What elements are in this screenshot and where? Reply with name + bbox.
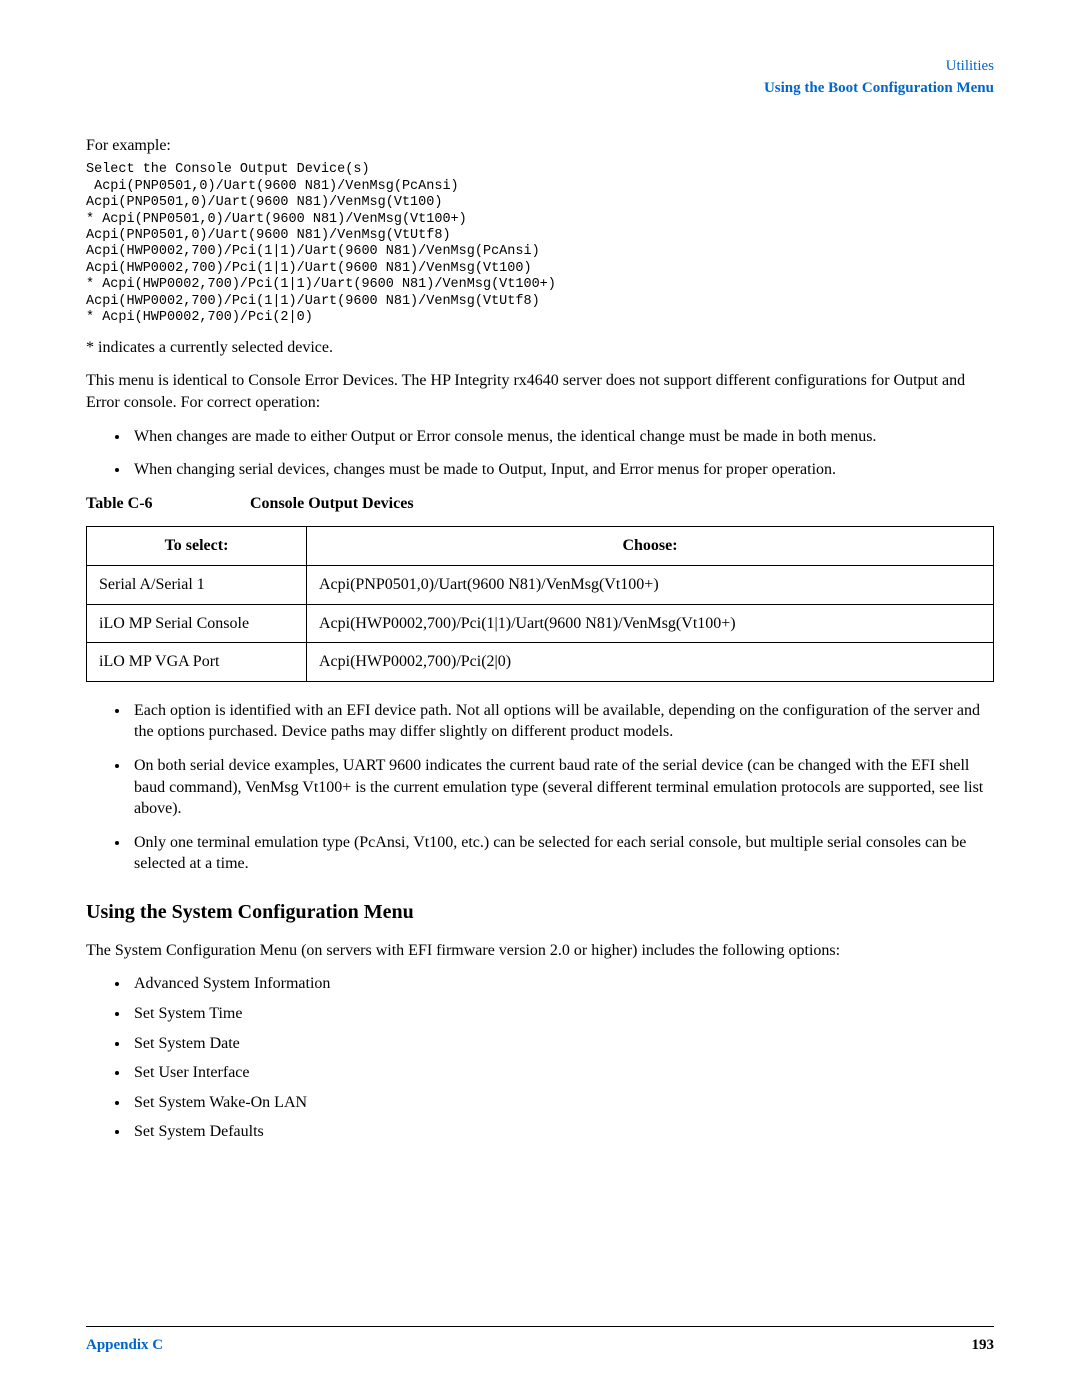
console-output-example-code: Select the Console Output Device(s) Acpi… <box>86 162 994 327</box>
list-item: Only one terminal emulation type (PcAnsi… <box>130 832 994 875</box>
table-row: iLO MP Serial Console Acpi(HWP0002,700)/… <box>87 604 994 643</box>
system-config-options-list: Advanced System Information Set System T… <box>86 973 994 1143</box>
list-item: Set System Defaults <box>130 1121 994 1143</box>
page-header: Utilities Using the Boot Configuration M… <box>86 56 994 99</box>
table-row: Serial A/Serial 1 Acpi(PNP0501,0)/Uart(9… <box>87 565 994 604</box>
console-output-devices-table: To select: Choose: Serial A/Serial 1 Acp… <box>86 526 994 681</box>
table-row: iLO MP VGA Port Acpi(HWP0002,700)/Pci(2|… <box>87 643 994 682</box>
table-title: Console Output Devices <box>250 495 414 512</box>
system-config-heading: Using the System Configuration Menu <box>86 899 994 926</box>
list-item: On both serial device examples, UART 960… <box>130 755 994 820</box>
list-item: Set System Wake-On LAN <box>130 1092 994 1114</box>
list-item: Set System Time <box>130 1003 994 1025</box>
selected-device-note: * indicates a currently selected device. <box>86 337 994 359</box>
table-cell: Acpi(PNP0501,0)/Uart(9600 N81)/VenMsg(Vt… <box>307 565 994 604</box>
table-cell: iLO MP VGA Port <box>87 643 307 682</box>
operation-requirements-list: When changes are made to either Output o… <box>86 426 994 481</box>
table-number: Table C-6 <box>86 493 246 515</box>
list-item: Advanced System Information <box>130 973 994 995</box>
list-item: When changes are made to either Output o… <box>130 426 994 448</box>
list-item: When changing serial devices, changes mu… <box>130 459 994 481</box>
table-cell: Acpi(HWP0002,700)/Pci(2|0) <box>307 643 994 682</box>
header-category: Utilities <box>86 56 994 76</box>
table-cell: iLO MP Serial Console <box>87 604 307 643</box>
table-notes-list: Each option is identified with an EFI de… <box>86 700 994 875</box>
table-cell: Serial A/Serial 1 <box>87 565 307 604</box>
table-cell: Acpi(HWP0002,700)/Pci(1|1)/Uart(9600 N81… <box>307 604 994 643</box>
table-header-cell: Choose: <box>307 527 994 566</box>
header-title: Using the Boot Configuration Menu <box>86 78 994 98</box>
page-footer: Appendix C 193 <box>86 1326 994 1355</box>
table-header-row: To select: Choose: <box>87 527 994 566</box>
list-item: Each option is identified with an EFI de… <box>130 700 994 743</box>
identical-menu-note: This menu is identical to Console Error … <box>86 370 994 413</box>
table-caption: Table C-6 Console Output Devices <box>86 493 994 515</box>
footer-appendix: Appendix C <box>86 1335 163 1355</box>
intro-lead: For example: <box>86 135 994 157</box>
system-config-intro: The System Configuration Menu (on server… <box>86 940 994 962</box>
footer-page-number: 193 <box>972 1335 995 1355</box>
list-item: Set System Date <box>130 1033 994 1055</box>
list-item: Set User Interface <box>130 1062 994 1084</box>
table-header-cell: To select: <box>87 527 307 566</box>
